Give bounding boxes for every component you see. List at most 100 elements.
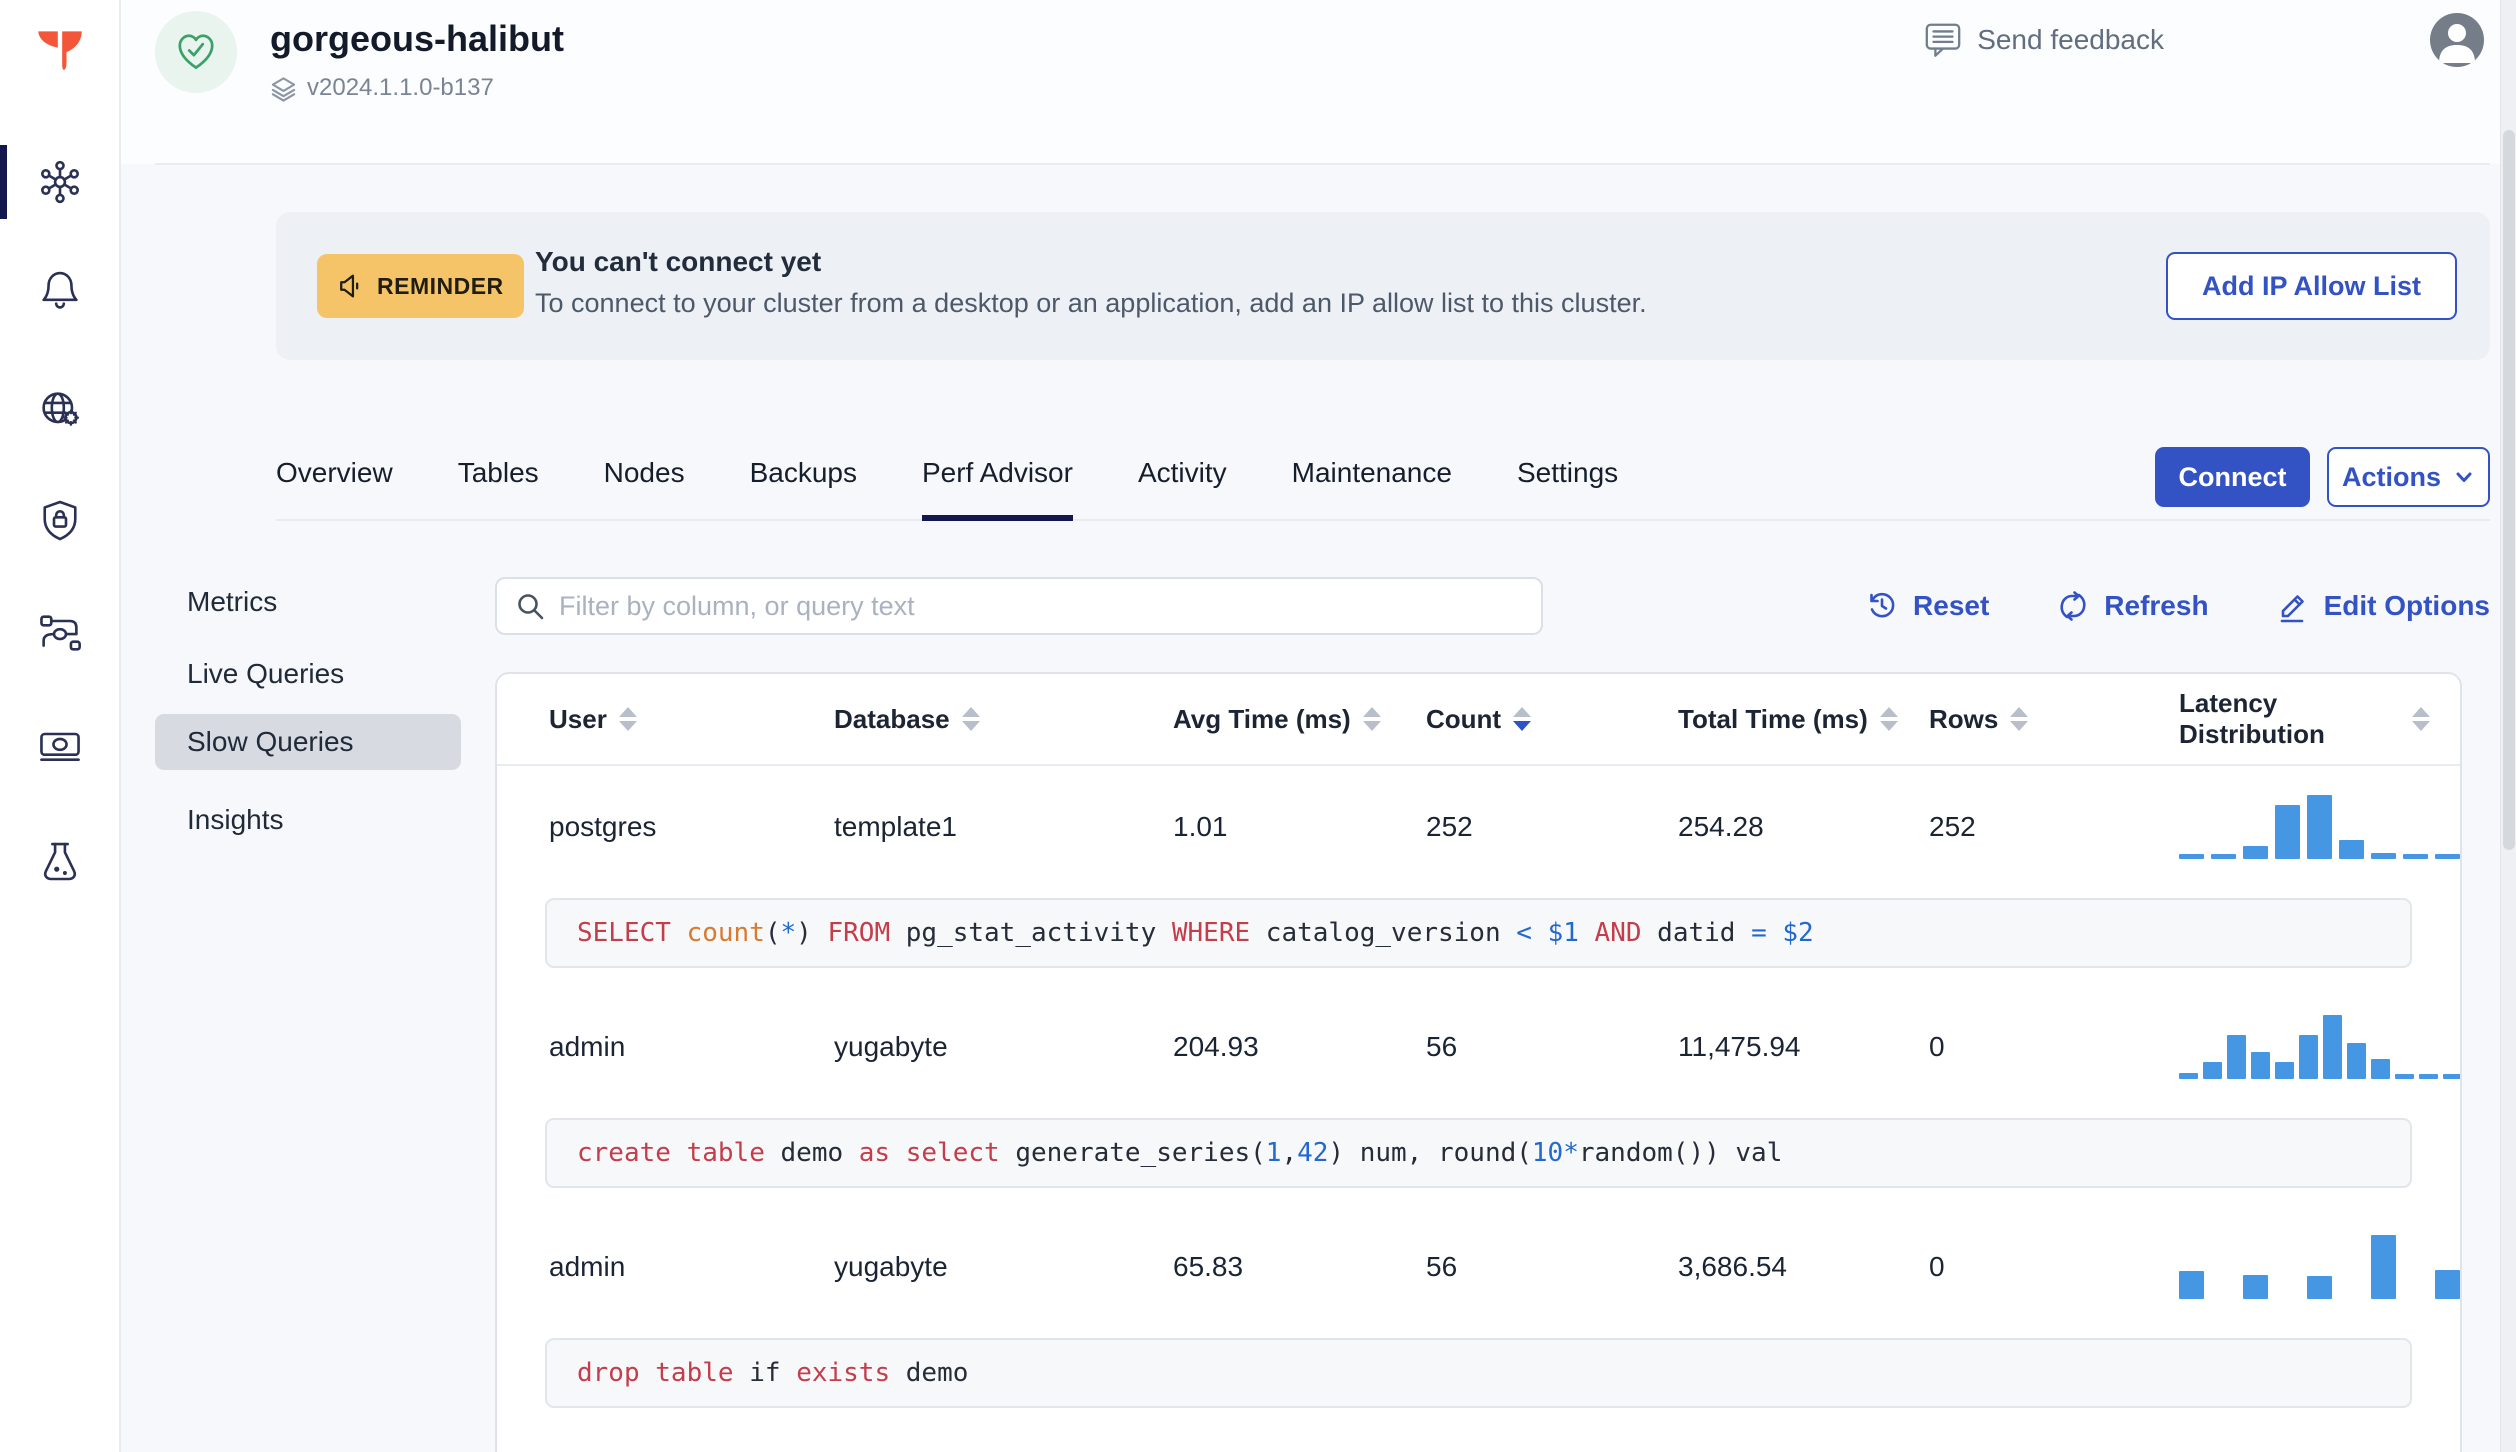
connect-button[interactable]: Connect bbox=[2155, 447, 2310, 507]
tab-activity[interactable]: Activity bbox=[1138, 445, 1227, 521]
query-sql: SELECT count(*) FROM pg_stat_activity WH… bbox=[545, 898, 2412, 968]
chevron-down-icon bbox=[2456, 472, 2472, 482]
search-icon bbox=[518, 594, 544, 620]
sql-token: = bbox=[1751, 918, 1767, 948]
cell-rows: 252 bbox=[1929, 811, 1976, 842]
billing-money-icon[interactable] bbox=[35, 721, 85, 771]
column-header-total-time-ms[interactable]: Total Time (ms) bbox=[1678, 704, 1929, 735]
yugabyte-logo[interactable] bbox=[35, 26, 85, 76]
tab-maintenance[interactable]: Maintenance bbox=[1292, 445, 1452, 521]
histogram-bar bbox=[2211, 854, 2236, 859]
histogram-bar bbox=[2371, 1235, 2396, 1299]
sql-token: $2 bbox=[1782, 918, 1814, 948]
slow-queries-table: User Database Avg Time (ms) Count Total Time… bbox=[495, 672, 2462, 1452]
histogram-bar bbox=[2243, 846, 2268, 859]
cluster-tabs: Overview Tables Nodes Backups Perf Advisor Ac… bbox=[276, 445, 1618, 521]
network-globe-icon[interactable] bbox=[35, 385, 85, 435]
sql-token: exists bbox=[796, 1358, 891, 1388]
filter-input[interactable] bbox=[559, 579, 1541, 633]
refresh-button[interactable]: Refresh bbox=[2055, 588, 2209, 624]
tab-settings[interactable]: Settings bbox=[1517, 445, 1618, 521]
send-feedback-button[interactable]: Send feedback bbox=[1923, 20, 2164, 60]
sql-token: ( bbox=[764, 918, 781, 948]
sort-icon bbox=[1362, 707, 1381, 731]
latency-histogram bbox=[2179, 1235, 2460, 1299]
integrations-flow-icon[interactable] bbox=[35, 608, 85, 658]
tab-overview[interactable]: Overview bbox=[276, 445, 393, 521]
sort-icon bbox=[1513, 707, 1532, 731]
sql-token: count bbox=[686, 918, 765, 948]
sql-token: pg_stat_activity bbox=[890, 918, 1172, 948]
security-shield-icon[interactable] bbox=[35, 495, 85, 545]
sql-token: 10 bbox=[1531, 1138, 1564, 1168]
table-header-row: User Database Avg Time (ms) Count Total Time… bbox=[497, 674, 2460, 766]
tab-tables[interactable]: Tables bbox=[458, 445, 539, 521]
sql-token: SELECT bbox=[577, 918, 671, 948]
column-header-avg-time-ms[interactable]: Avg Time (ms) bbox=[1173, 704, 1426, 735]
sql-token: AND bbox=[1594, 918, 1642, 948]
edit-options-button[interactable]: Edit Options bbox=[2275, 588, 2490, 624]
sql-token: FROM bbox=[827, 918, 891, 948]
health-badge bbox=[155, 11, 237, 93]
histogram-bar bbox=[2419, 1074, 2438, 1079]
banner-title: You can't connect yet bbox=[535, 246, 822, 277]
reset-button[interactable]: Reset bbox=[1864, 588, 1989, 624]
clusters-icon[interactable] bbox=[35, 157, 85, 207]
tab-perf-advisor[interactable]: Perf Advisor bbox=[921, 445, 1073, 521]
table-body: postgres template1 1.01 252 254.28 252 SELECT … bbox=[497, 766, 2460, 1408]
cell-user: admin bbox=[549, 1031, 626, 1062]
sql-token: drop bbox=[577, 1358, 640, 1388]
table-row[interactable]: admin yugabyte 65.83 56 3,686.54 0 bbox=[497, 1206, 2460, 1328]
subnav-item-slow-queries[interactable]: Slow Queries bbox=[155, 714, 461, 770]
table-row[interactable]: admin yugabyte 204.93 56 11,475.94 0 bbox=[497, 986, 2460, 1108]
sql-token: 1 bbox=[1265, 1138, 1282, 1168]
alerts-bell-icon[interactable] bbox=[35, 265, 85, 315]
sql-token: * bbox=[780, 918, 797, 948]
column-label: Total Time (ms) bbox=[1678, 703, 1868, 734]
tab-nodes[interactable]: Nodes bbox=[604, 445, 685, 521]
column-label: Rows bbox=[1929, 703, 1999, 734]
histogram-bar bbox=[2435, 854, 2460, 859]
reminder-banner: REMINDER You can't connect yet To connec… bbox=[276, 212, 2490, 360]
reset-history-icon bbox=[1870, 592, 1895, 618]
sql-token: demo bbox=[890, 1358, 969, 1388]
table-row[interactable]: postgres template1 1.01 252 254.28 252 bbox=[497, 766, 2460, 888]
column-header-user[interactable]: User bbox=[549, 704, 834, 735]
column-label: Latency Distribution bbox=[2179, 688, 2325, 749]
filter-bar bbox=[495, 577, 1543, 635]
histogram-bar bbox=[2203, 1062, 2222, 1079]
add-ip-allow-list-button[interactable]: Add IP Allow List bbox=[2165, 252, 2457, 320]
sql-token: < bbox=[1516, 918, 1532, 948]
page-scrollbar[interactable] bbox=[2500, 0, 2516, 1452]
latency-histogram bbox=[2179, 795, 2460, 859]
column-header-count[interactable]: Count bbox=[1426, 704, 1678, 735]
subnav-item-live-queries[interactable]: Live Queries bbox=[155, 646, 461, 702]
subnav-item-metrics[interactable]: Metrics bbox=[155, 574, 461, 630]
subnav-item-insights[interactable]: Insights bbox=[155, 792, 461, 848]
cell-avg-time: 65.83 bbox=[1173, 1251, 1244, 1282]
labs-flask-icon[interactable] bbox=[35, 836, 85, 886]
cluster-header: gorgeous-halibut v2024.1.1.0-b137 Send f… bbox=[121, 0, 2516, 164]
column-label: Count bbox=[1426, 703, 1502, 734]
user-avatar[interactable] bbox=[2430, 13, 2484, 67]
sort-icon bbox=[1879, 707, 1898, 731]
histogram-bar bbox=[2307, 1276, 2332, 1299]
scrollbar-thumb[interactable] bbox=[2503, 130, 2515, 850]
column-header-rows[interactable]: Rows bbox=[1929, 704, 2179, 735]
actions-dropdown[interactable]: Actions bbox=[2327, 447, 2490, 507]
megaphone-icon bbox=[340, 274, 359, 298]
sql-token: generate_series( bbox=[999, 1138, 1266, 1168]
histogram-bar bbox=[2179, 854, 2204, 859]
histogram-bar bbox=[2347, 1043, 2366, 1079]
column-header-database[interactable]: Database bbox=[834, 704, 1173, 735]
histogram-bar bbox=[2323, 1015, 2342, 1079]
tab-backups[interactable]: Backups bbox=[750, 445, 857, 521]
sql-token: create bbox=[577, 1138, 671, 1168]
column-header-latency-distribution[interactable]: Latency Distribution bbox=[2179, 688, 2430, 750]
sql-token: WHERE bbox=[1171, 918, 1251, 948]
